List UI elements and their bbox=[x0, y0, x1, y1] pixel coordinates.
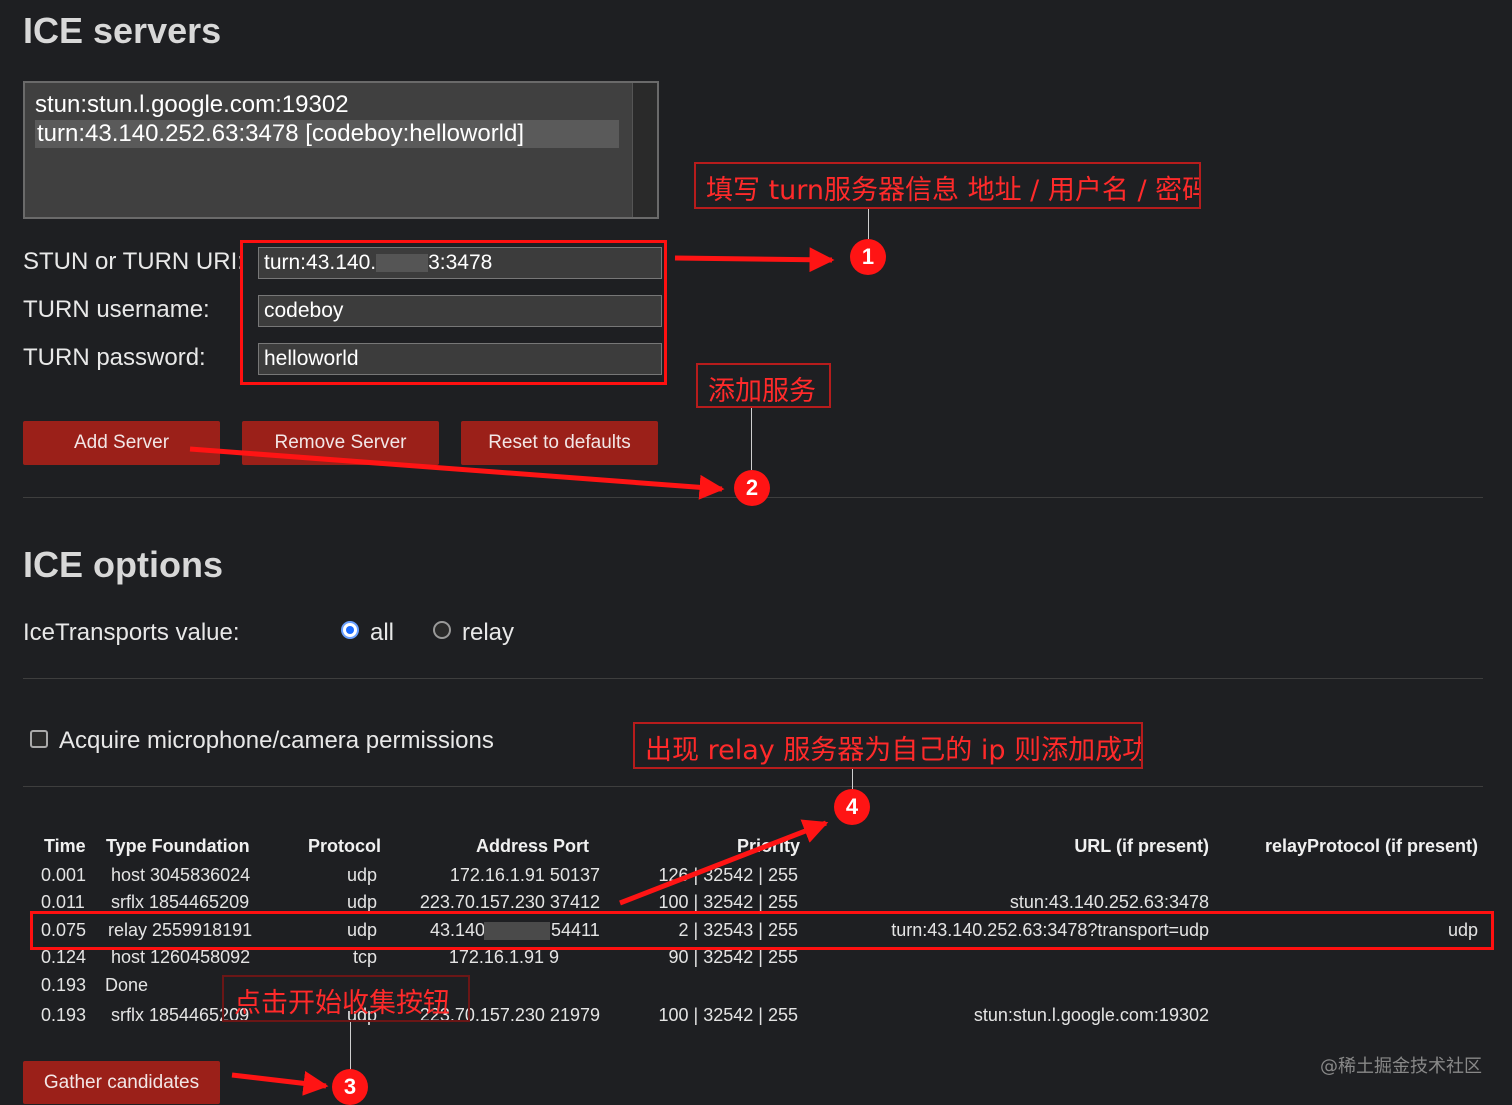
watermark: @稀土掘金技术社区 bbox=[1320, 1056, 1482, 1077]
arrow-to-badge-2 bbox=[189, 446, 725, 500]
arrow-to-badge-4 bbox=[619, 819, 829, 906]
annotation-arrows bbox=[189, 247, 835, 1096]
arrow-to-badge-3 bbox=[231, 1070, 329, 1096]
arrow-to-badge-1 bbox=[674, 247, 835, 273]
